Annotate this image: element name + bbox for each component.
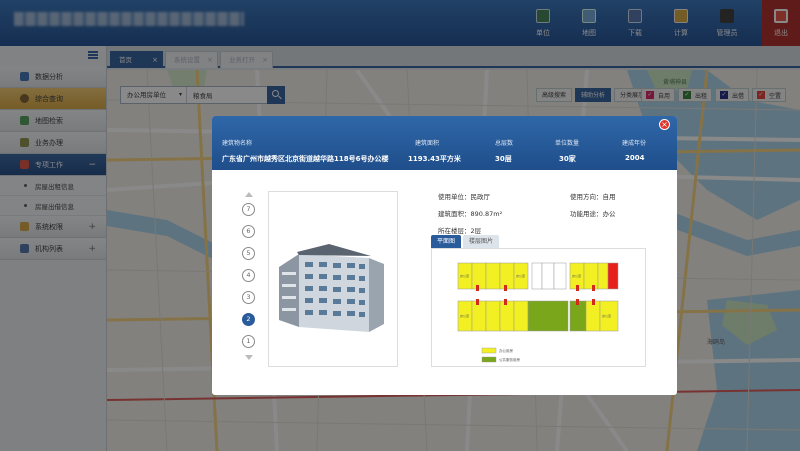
- floor-button[interactable]: 7: [242, 203, 255, 216]
- floor-button-selected[interactable]: 2: [242, 313, 255, 326]
- room-label: 办公室: [460, 273, 469, 278]
- floor-button[interactable]: 4: [242, 269, 255, 282]
- header-units: 单位数量: [555, 140, 580, 147]
- function-text: 功能用途：办公: [570, 210, 616, 218]
- floor-button[interactable]: 6: [242, 225, 255, 238]
- direction-text: 使用方向：自用: [570, 193, 616, 201]
- scroll-down-icon[interactable]: [245, 355, 253, 360]
- floor-plan-drawing: 办公室 办公室 办公室 办公室 办公室 办公用房 公共服务用房: [457, 262, 619, 363]
- tab-floor-plan[interactable]: 平面图: [431, 235, 462, 248]
- area-text: 建筑面积：890.87m²: [438, 210, 503, 218]
- building-name-value: 广东省广州市越秀区北京街道越华路118号6号办公楼: [222, 155, 389, 163]
- units-value: 30家: [559, 155, 576, 163]
- year-value: 2004: [625, 154, 645, 162]
- modal-summary-header: × 建筑物名称 建筑面积 总层数 单位数量 建成年份 广东省广州市越秀区北京街道…: [212, 116, 677, 170]
- plan-tabs: 平面图 楼层图片: [431, 235, 500, 248]
- floor-selector: 7 6 5 4 3 2 1: [242, 192, 262, 366]
- floor-button[interactable]: 1: [242, 335, 255, 348]
- floor-button[interactable]: 5: [242, 247, 255, 260]
- building-photo: [268, 191, 398, 367]
- header-year: 建成年份: [622, 140, 647, 147]
- area-value: 1193.43平方米: [408, 155, 461, 163]
- tab-floor-photo[interactable]: 楼层图片: [463, 235, 500, 248]
- room-label: 办公室: [602, 313, 611, 318]
- floor-text: 所在楼层：2层: [438, 227, 482, 235]
- room-label: 办公室: [572, 273, 581, 278]
- building-detail-modal: × 建筑物名称 建筑面积 总层数 单位数量 建成年份 广东省广州市越秀区北京街道…: [212, 116, 677, 395]
- floors-value: 30层: [495, 155, 512, 163]
- room-label: 办公室: [516, 273, 525, 278]
- scroll-up-icon[interactable]: [245, 192, 253, 197]
- header-building-name: 建筑物名称: [222, 140, 253, 147]
- building-image: [279, 244, 384, 332]
- info-left: 使用单位：民政厅 建筑面积：890.87m² 所在楼层：2层: [438, 191, 502, 235]
- header-floors: 总层数: [495, 140, 514, 147]
- plan-legend-office: 办公用房: [499, 348, 513, 353]
- info-right: 使用方向：自用 功能用途：办公: [570, 191, 616, 218]
- close-icon[interactable]: ×: [659, 119, 670, 130]
- header-area: 建筑面积: [415, 140, 440, 147]
- floor-button[interactable]: 3: [242, 291, 255, 304]
- plan-legend-public: 公共服务用房: [499, 357, 520, 362]
- room-label: 办公室: [460, 313, 469, 318]
- use-unit-text: 使用单位：民政厅: [438, 193, 490, 201]
- floor-plan: 办公室 办公室 办公室 办公室 办公室 办公用房 公共服务用房: [431, 248, 646, 367]
